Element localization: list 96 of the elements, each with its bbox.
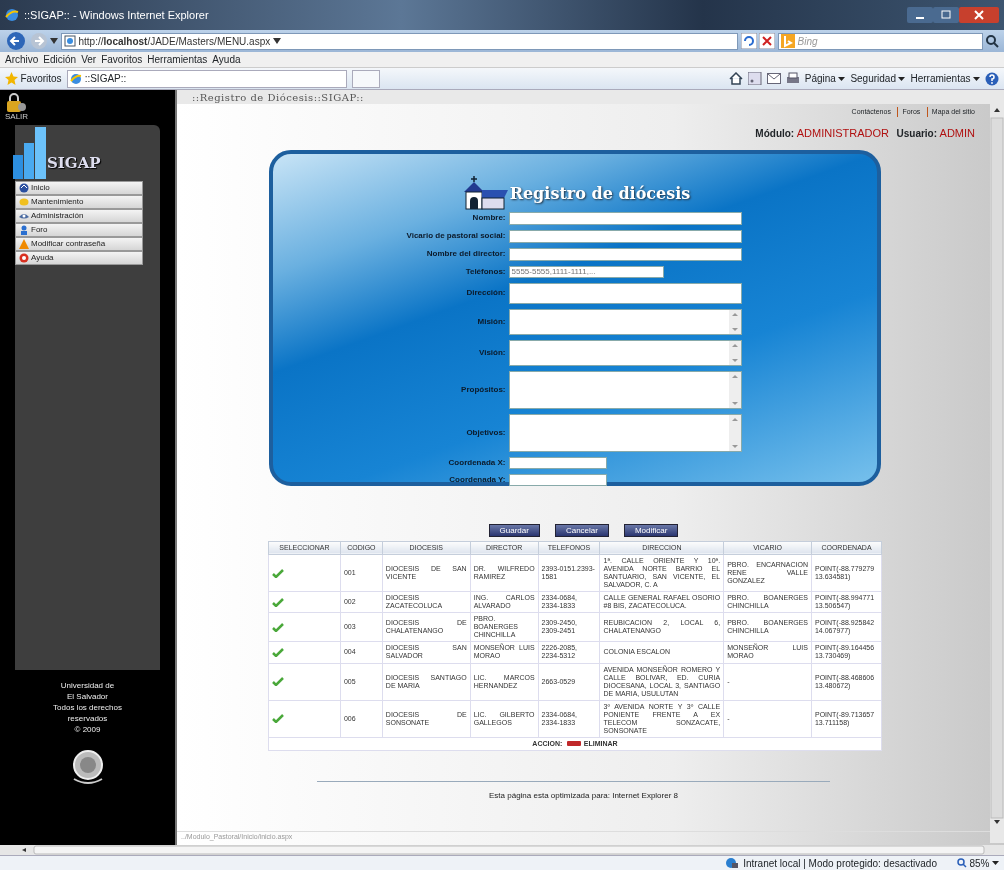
checkmark-icon[interactable] bbox=[272, 677, 284, 687]
menu-item[interactable]: Favoritos bbox=[101, 52, 143, 67]
zoom-control[interactable]: 85% bbox=[957, 855, 999, 870]
page-icon bbox=[64, 35, 76, 47]
search-icon[interactable] bbox=[985, 34, 999, 48]
magnifier-icon bbox=[957, 858, 967, 868]
favorites-button[interactable]: Favoritos bbox=[5, 71, 62, 86]
refresh-button[interactable] bbox=[740, 33, 757, 49]
browser-icon bbox=[5, 8, 19, 22]
text-field[interactable] bbox=[508, 211, 742, 225]
form-button[interactable]: Guardar bbox=[488, 523, 540, 537]
scrollbar-icon bbox=[728, 340, 741, 365]
home-icon bbox=[18, 182, 29, 193]
text-area[interactable] bbox=[508, 308, 742, 335]
text-area[interactable] bbox=[508, 370, 742, 409]
menu-item[interactable]: Ver bbox=[81, 52, 97, 67]
field-label: Nombre del director: bbox=[425, 248, 507, 260]
search-placeholder: Bing bbox=[797, 34, 818, 49]
checkmark-icon[interactable] bbox=[272, 568, 284, 578]
vertical-scrollbar[interactable] bbox=[990, 90, 1004, 843]
scrollbar-icon bbox=[728, 414, 741, 451]
copyright-text: Universidad de El Salvador Todos los derechos reservados © 2009 bbox=[52, 679, 123, 736]
checkmark-icon[interactable] bbox=[272, 714, 284, 724]
address-field[interactable]: http://localhost/JADE/Masters/MENU.aspx bbox=[60, 32, 738, 50]
scrollbar-icon bbox=[728, 371, 741, 408]
window-title: ::SIGAP:: - Windows Internet Explorer bbox=[24, 7, 209, 23]
browser-icon bbox=[70, 72, 83, 85]
field-label: Teléfonos: bbox=[464, 265, 507, 278]
user-value: ADMIN bbox=[939, 126, 975, 141]
ellipse-icon bbox=[18, 196, 29, 207]
form-title: Registro de diócesis bbox=[509, 182, 691, 205]
field-label: Visión: bbox=[477, 346, 507, 359]
page-title: ::Registro de Diócesis::SIGAP:: bbox=[177, 90, 990, 104]
stop-button[interactable] bbox=[759, 33, 775, 49]
scrollbar-icon bbox=[728, 309, 741, 334]
field-label: Misión: bbox=[476, 315, 507, 328]
menu-item[interactable]: Herramientas bbox=[147, 52, 208, 67]
lifebuoy-icon bbox=[18, 252, 29, 263]
back-button[interactable] bbox=[5, 31, 27, 51]
exit-label: SALIR bbox=[5, 112, 29, 121]
padlock-icon bbox=[5, 92, 27, 113]
form-button[interactable]: Modificar bbox=[623, 523, 679, 537]
form-button[interactable]: Cancelar bbox=[554, 523, 609, 537]
exit-button[interactable]: SALIR bbox=[5, 92, 39, 121]
bar-chart-logo-icon bbox=[13, 124, 47, 181]
field-label: Dirección: bbox=[465, 287, 507, 299]
close-button[interactable] bbox=[959, 7, 999, 23]
text-field[interactable]: 5555-5555,1111-1111,... bbox=[508, 265, 664, 278]
text-field[interactable] bbox=[508, 473, 607, 486]
command-menu[interactable]: Seguridad bbox=[850, 71, 906, 86]
user-label: Usuario: bbox=[896, 127, 938, 141]
field-label: Coordenada Y: bbox=[448, 473, 507, 486]
browser-tab[interactable]: ::SIGAP:: bbox=[66, 69, 347, 88]
minus-bar-icon bbox=[567, 741, 582, 747]
sidebar-menu-item[interactable]: Inicio bbox=[15, 180, 143, 195]
command-menu[interactable]: Herramientas bbox=[910, 71, 980, 86]
field-label: Propósitos: bbox=[460, 383, 507, 396]
security-zone-text: Intranet local | Modo protegido: desactivado bbox=[743, 856, 937, 870]
minimize-button[interactable] bbox=[907, 7, 933, 23]
command-menu[interactable]: Página bbox=[804, 71, 846, 86]
checkmark-icon[interactable] bbox=[272, 622, 284, 632]
caret-icon bbox=[992, 861, 999, 865]
text-field[interactable] bbox=[508, 456, 607, 469]
checkmark-icon[interactable] bbox=[272, 597, 284, 607]
field-label: Objetivos: bbox=[465, 426, 507, 439]
caret-icon bbox=[898, 76, 906, 81]
field-label: Nombre: bbox=[471, 212, 507, 224]
module-value: ADMINISTRADOR bbox=[796, 126, 889, 141]
field-label: Vicario de pastoral social: bbox=[405, 230, 507, 242]
text-field[interactable] bbox=[508, 247, 742, 261]
printer-icon[interactable] bbox=[785, 72, 800, 85]
person-icon bbox=[18, 224, 29, 235]
caret-icon bbox=[973, 76, 980, 81]
url-text: http://localhost/JADE/Masters/MENU.aspx bbox=[78, 34, 271, 49]
network-globe-icon bbox=[724, 857, 739, 869]
help-icon[interactable] bbox=[985, 71, 999, 86]
menu-item[interactable]: Ayuda bbox=[212, 52, 241, 67]
text-area[interactable] bbox=[508, 413, 742, 452]
module-label: Módulo: bbox=[755, 127, 795, 141]
horizontal-scrollbar[interactable] bbox=[0, 845, 1004, 855]
caret-icon bbox=[838, 76, 846, 81]
logo-text: SIGAP bbox=[47, 153, 101, 174]
menu-item[interactable]: Edición bbox=[43, 52, 77, 67]
home-icon[interactable] bbox=[728, 72, 743, 85]
text-area[interactable] bbox=[508, 339, 742, 366]
mail-icon[interactable] bbox=[766, 73, 781, 84]
dropdown-arrow-icon[interactable] bbox=[50, 38, 58, 44]
maximize-button[interactable] bbox=[933, 7, 959, 23]
text-field[interactable] bbox=[508, 282, 742, 304]
menu-item[interactable]: Archivo bbox=[5, 52, 39, 67]
dropdown-arrow-icon[interactable] bbox=[272, 38, 281, 44]
checkmark-icon[interactable] bbox=[272, 647, 284, 657]
field-label: Coordenada X: bbox=[447, 456, 507, 469]
footer-text: Esta página esta optimizada para: Internet Explorer 8 bbox=[488, 789, 679, 802]
star-icon bbox=[5, 72, 18, 85]
text-field[interactable] bbox=[508, 229, 742, 243]
